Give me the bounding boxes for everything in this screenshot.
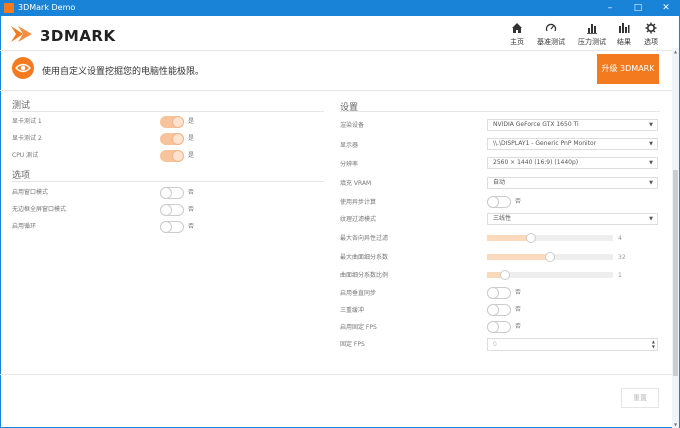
scrollbar[interactable]: ▲ ▼ bbox=[672, 48, 679, 428]
nav-stress-tests[interactable]: 压力测试 bbox=[574, 22, 610, 48]
test-label: CPU 测试 bbox=[12, 152, 39, 159]
texture-filter-select[interactable]: 三线性 ▼ bbox=[487, 213, 658, 225]
toggle-state: 是 bbox=[188, 152, 195, 159]
promo-text: 使用自定义设置挖掘您的电脑性能极限。 bbox=[42, 67, 205, 77]
resolution-label: 分辨率 bbox=[340, 161, 359, 168]
results-chart-icon bbox=[619, 23, 630, 33]
scrollbar-thumb[interactable] bbox=[673, 170, 678, 376]
borderless-window-toggle[interactable] bbox=[160, 204, 184, 216]
test-label: 显卡测试 1 bbox=[12, 118, 42, 125]
toggle-state: 否 bbox=[515, 198, 522, 205]
slider-thumb[interactable] bbox=[545, 252, 555, 262]
tessellation-scale-label: 曲面细分系数比例 bbox=[340, 272, 389, 279]
3dmark-logo-icon bbox=[11, 26, 32, 42]
fixed-fps-label: 固定 FPS bbox=[340, 341, 365, 348]
toggle-state: 是 bbox=[188, 135, 195, 142]
chevron-down-icon: ▼ bbox=[649, 216, 653, 222]
async-compute-label: 使用异步计算 bbox=[340, 199, 377, 206]
toggle-state: 否 bbox=[515, 289, 522, 296]
tessellation-scale-value: 1 bbox=[618, 272, 622, 279]
chevron-down-icon: ▼ bbox=[649, 122, 653, 128]
toggle-state: 否 bbox=[515, 323, 522, 330]
loop-toggle[interactable] bbox=[160, 221, 184, 233]
chevron-down-icon: ▼ bbox=[649, 180, 653, 186]
fixed-fps-enable-label: 启用固定 FPS bbox=[340, 324, 377, 331]
tessellation-value: 32 bbox=[618, 254, 626, 261]
stepper-icon[interactable]: ▲ ▼ bbox=[652, 339, 655, 349]
display-select[interactable]: \\.\DISPLAY1 - Generic PnP Monitor ▼ bbox=[487, 138, 658, 150]
upgrade-button[interactable]: 升级 3DMARK bbox=[597, 54, 659, 84]
toggle-state: 是 bbox=[188, 118, 195, 125]
toggle-state: 否 bbox=[515, 306, 522, 313]
header-divider bbox=[0, 50, 672, 51]
chevron-down-icon: ▼ bbox=[649, 160, 653, 166]
promo-divider bbox=[0, 90, 672, 91]
option-label: 启用窗口模式 bbox=[12, 189, 49, 196]
texture-filter-label: 纹理过滤模式 bbox=[340, 216, 377, 223]
anisotropic-value: 4 bbox=[618, 235, 622, 242]
settings-divider bbox=[340, 111, 660, 112]
maximize-button[interactable]: □ bbox=[624, 0, 652, 16]
scroll-down-icon[interactable]: ▼ bbox=[672, 421, 679, 428]
anisotropic-label: 最大各向异性过滤 bbox=[340, 235, 389, 242]
toggle-state: 否 bbox=[188, 223, 195, 230]
title-bar: 3DMark Demo – □ ✕ bbox=[0, 0, 680, 16]
render-device-select[interactable]: NVIDIA GeForce GTX 1650 Ti ▼ bbox=[487, 119, 658, 131]
vsync-label: 启用垂直同步 bbox=[340, 290, 377, 297]
fixed-fps-toggle[interactable] bbox=[487, 321, 511, 333]
nav-home[interactable]: 主页 bbox=[503, 22, 531, 48]
toggle-state: 否 bbox=[188, 206, 195, 213]
scroll-up-icon[interactable]: ▲ bbox=[672, 48, 679, 55]
vram-label: 填充 VRAM bbox=[340, 180, 372, 187]
tessellation-slider[interactable] bbox=[487, 252, 613, 262]
triple-buffer-toggle[interactable] bbox=[487, 304, 511, 316]
test-label: 显卡测试 2 bbox=[12, 135, 42, 142]
chevron-down-icon: ▼ bbox=[649, 141, 653, 147]
toggle-state: 否 bbox=[188, 189, 195, 196]
options-divider bbox=[12, 181, 324, 182]
minimize-button[interactable]: – bbox=[596, 0, 624, 16]
slider-thumb[interactable] bbox=[499, 270, 510, 280]
display-label: 显示器 bbox=[340, 142, 359, 149]
graphics-test-2-toggle[interactable] bbox=[160, 133, 184, 145]
window-title: 3DMark Demo bbox=[18, 3, 76, 12]
nav-options[interactable]: 选项 bbox=[639, 22, 663, 48]
promo-banner: 使用自定义设置挖掘您的电脑性能极限。 bbox=[0, 52, 672, 88]
tessellation-label: 最大曲面细分系数 bbox=[340, 254, 389, 261]
resolution-select[interactable]: 2560 × 1440 (16:9) (1440p) ▼ bbox=[487, 157, 658, 169]
async-compute-toggle[interactable] bbox=[487, 196, 511, 208]
gear-icon bbox=[645, 22, 657, 34]
windowed-mode-toggle[interactable] bbox=[160, 187, 184, 199]
options-section-title: 选项 bbox=[12, 171, 31, 181]
vram-select[interactable]: 自动 ▼ bbox=[487, 177, 658, 189]
reset-button[interactable]: 重置 bbox=[621, 388, 659, 408]
device-label: 渲染设备 bbox=[340, 122, 365, 129]
bar-chart-icon bbox=[587, 24, 597, 34]
tests-divider bbox=[12, 111, 324, 112]
footer-divider bbox=[0, 374, 672, 375]
app-icon bbox=[4, 3, 14, 13]
eye-icon bbox=[12, 57, 34, 79]
slider-thumb[interactable] bbox=[526, 233, 537, 243]
close-button[interactable]: ✕ bbox=[652, 0, 680, 16]
triple-buffer-label: 三重缓冲 bbox=[340, 307, 365, 314]
option-label: 无边框全屏窗口模式 bbox=[12, 206, 67, 213]
option-label: 启用循环 bbox=[12, 223, 37, 230]
vsync-toggle[interactable] bbox=[487, 287, 511, 299]
gauge-icon bbox=[545, 23, 557, 32]
tests-section-title: 测试 bbox=[12, 101, 31, 111]
logo-text: 3DMARK bbox=[40, 27, 116, 45]
tessellation-scale-slider[interactable] bbox=[487, 270, 613, 280]
anisotropic-slider[interactable] bbox=[487, 233, 613, 243]
home-icon bbox=[512, 23, 522, 33]
graphics-test-1-toggle[interactable] bbox=[160, 116, 184, 128]
fixed-fps-input[interactable]: 0 ▲ ▼ bbox=[487, 338, 658, 351]
nav-results[interactable]: 结果 bbox=[612, 22, 636, 48]
nav-benchmarks[interactable]: 基准测试 bbox=[533, 22, 569, 48]
cpu-test-toggle[interactable] bbox=[160, 150, 184, 162]
